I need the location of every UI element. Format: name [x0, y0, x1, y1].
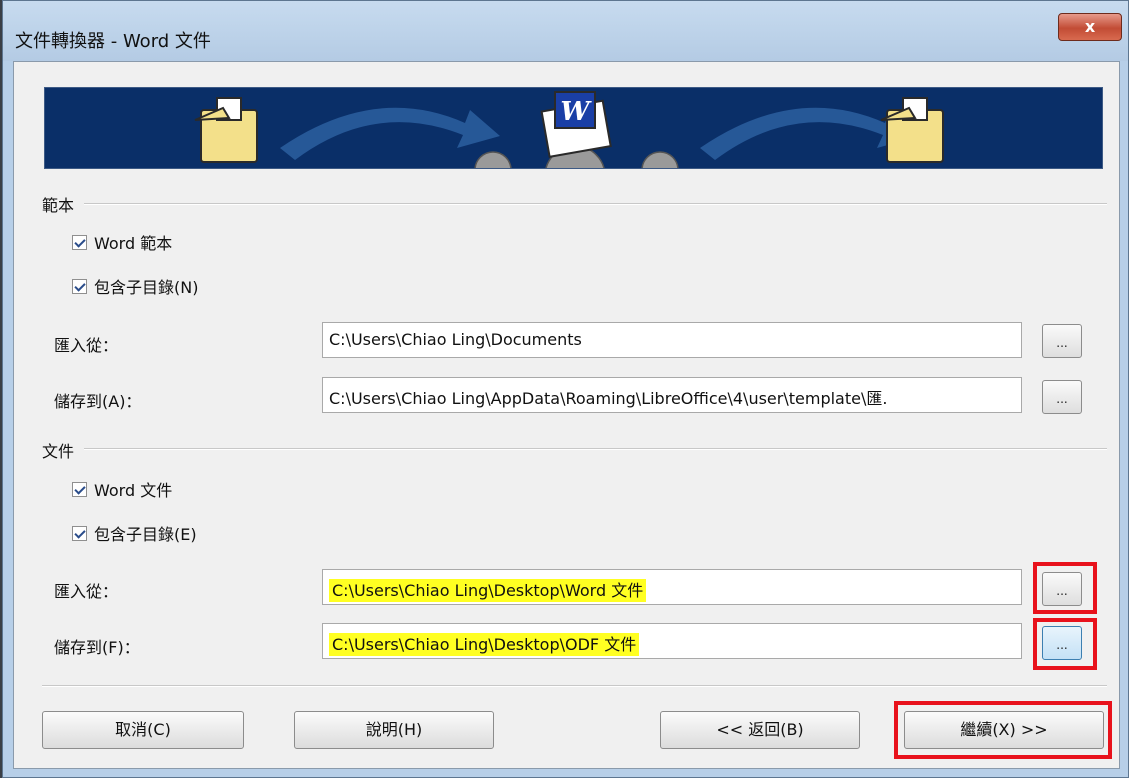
documents-import-label: 匯入從：: [54, 582, 119, 601]
title-bar[interactable]: 文件轉換器 - Word 文件 x: [3, 1, 1128, 61]
documents-section-title: 文件: [42, 438, 83, 462]
templates-import-label: 匯入從：: [54, 336, 119, 355]
cancel-button[interactable]: 取消(C): [42, 711, 244, 749]
window-title: 文件轉換器 - Word 文件: [15, 31, 211, 52]
target-folder-icon: [880, 97, 944, 163]
templates-save-browse-button[interactable]: ...: [1042, 380, 1082, 414]
checkbox-checked[interactable]: [72, 278, 87, 294]
templates-save-label: 儲存到(A)：: [54, 392, 142, 411]
wizard-banner: W: [44, 87, 1103, 169]
section-divider: [84, 203, 1107, 205]
banner-illustration: W: [194, 91, 944, 168]
checkbox-checked[interactable]: [72, 525, 87, 541]
templates-import-field[interactable]: C:\Users\Chiao Ling\Documents: [322, 322, 1022, 358]
arrow-icon: [280, 107, 500, 160]
annotation-highlight-box: [1033, 618, 1097, 670]
documents-subdir-checkbox[interactable]: 包含子目錄(E): [72, 521, 197, 545]
checkbox-label: Word 範本: [94, 234, 173, 253]
documents-save-field[interactable]: C:\Users\Chiao Ling\Desktop\ODF 文件: [322, 623, 1022, 659]
highlighted-path: C:\Users\Chiao Ling\Desktop\ODF 文件: [329, 633, 640, 656]
templates-save-field[interactable]: C:\Users\Chiao Ling\AppData\Roaming\Libr…: [322, 377, 1022, 413]
templates-import-browse-button[interactable]: ...: [1042, 324, 1082, 358]
checkbox-label: Word 文件: [94, 481, 173, 500]
documents-save-label: 儲存到(F)：: [54, 638, 140, 657]
checkbox-checked[interactable]: [72, 481, 87, 497]
source-folder-icon: [194, 97, 258, 163]
templates-section-title: 範本: [42, 192, 83, 216]
dialog-content: W 範本 Word 範本 包含子目錄(N) 匯入從： C:\Users\Chia…: [13, 61, 1120, 769]
section-divider: [84, 448, 1107, 450]
annotation-highlight-box: [1033, 562, 1097, 614]
back-button[interactable]: << 返回(B): [660, 711, 860, 749]
highlighted-path: C:\Users\Chiao Ling\Desktop\Word 文件: [329, 579, 647, 602]
svg-text:W: W: [560, 97, 592, 127]
close-button[interactable]: x: [1058, 13, 1122, 41]
checkbox-label: 包含子目錄(E): [94, 525, 197, 544]
documents-import-field[interactable]: C:\Users\Chiao Ling\Desktop\Word 文件: [322, 569, 1022, 605]
checkbox-label: 包含子目錄(N): [94, 278, 199, 297]
word-templates-checkbox[interactable]: Word 範本: [72, 230, 172, 254]
annotation-highlight-box: [894, 701, 1112, 759]
word-document-icon: W: [540, 91, 612, 159]
word-documents-checkbox[interactable]: Word 文件: [72, 477, 172, 501]
converter-dialog: 文件轉換器 - Word 文件 x W 範本 Word 範本 包含子目錄(N) …: [2, 0, 1129, 778]
footer-divider: [42, 685, 1107, 687]
help-button[interactable]: 說明(H): [294, 711, 494, 749]
checkbox-checked[interactable]: [72, 234, 87, 250]
templates-subdir-checkbox[interactable]: 包含子目錄(N): [72, 274, 198, 298]
